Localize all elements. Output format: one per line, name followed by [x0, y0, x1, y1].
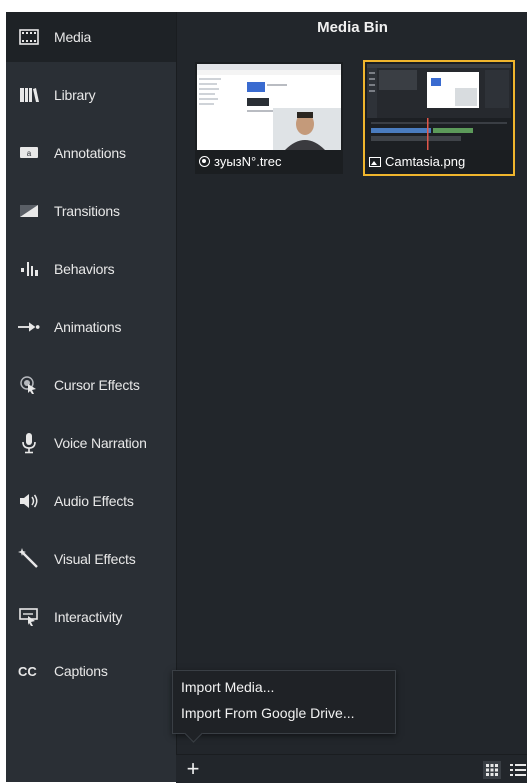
library-icon [18, 84, 40, 106]
sidebar-item-label: Media [54, 29, 92, 45]
sidebar-item-label: Behaviors [54, 261, 115, 277]
sidebar-item-audio-effects[interactable]: Audio Effects [6, 476, 176, 526]
sidebar-item-voice-narration[interactable]: Voice Narration [6, 418, 176, 468]
sidebar-item-cursor-effects[interactable]: Cursor Effects [6, 360, 176, 410]
svg-text:CC: CC [18, 664, 37, 678]
import-media-menu-item[interactable]: Import Media... [181, 679, 274, 695]
media-item-caption: зуызN°.trec [199, 154, 282, 169]
image-icon [369, 156, 381, 167]
sidebar-item-transitions[interactable]: Transitions [6, 186, 176, 236]
sidebar-item-annotations[interactable]: a Annotations [6, 128, 176, 178]
sidebar-item-label: Transitions [54, 203, 120, 219]
image-thumbnail [367, 64, 511, 150]
sidebar-item-label: Library [54, 87, 96, 103]
media-item-caption: Camtasia.png [369, 154, 465, 169]
sidebar-item-label: Voice Narration [54, 435, 147, 451]
sidebar-item-interactivity[interactable]: Interactivity [6, 592, 176, 642]
record-icon [199, 156, 210, 167]
sidebar-item-label: Captions [54, 663, 108, 679]
speaker-icon [18, 490, 40, 512]
add-media-button[interactable]: + [180, 758, 206, 781]
sidebar-item-behaviors[interactable]: Behaviors [6, 244, 176, 294]
grid-view-icon[interactable] [483, 761, 501, 779]
sidebar-item-library[interactable]: Library [6, 70, 176, 120]
cc-icon: CC [18, 660, 40, 682]
interactivity-icon [18, 606, 40, 628]
import-google-drive-menu-item[interactable]: Import From Google Drive... [181, 705, 355, 721]
import-menu: Import Media... Import From Google Drive… [172, 670, 396, 743]
annotation-icon: a [18, 142, 40, 164]
media-item-image[interactable]: Camtasia.png [363, 60, 515, 176]
sidebar-item-label: Interactivity [54, 609, 123, 625]
sidebar: Media Library a Annotations Transitions … [6, 12, 177, 782]
sidebar-item-animations[interactable]: Animations [6, 302, 176, 352]
cursor-icon [18, 374, 40, 396]
sidebar-item-label: Cursor Effects [54, 377, 140, 393]
sidebar-item-visual-effects[interactable]: Visual Effects [6, 534, 176, 584]
sidebar-item-media[interactable]: Media [6, 12, 177, 62]
media-item-name: Camtasia.png [385, 154, 466, 169]
media-item-recording[interactable]: зуызN°.trec [195, 62, 343, 174]
svg-text:a: a [27, 149, 32, 158]
transition-icon [18, 200, 40, 222]
page-title: Media Bin [317, 19, 388, 36]
sidebar-item-captions[interactable]: CC Captions [6, 646, 176, 696]
sidebar-item-label: Visual Effects [54, 551, 136, 567]
behaviors-icon [18, 258, 40, 280]
list-view-icon[interactable] [509, 761, 527, 779]
sidebar-item-label: Animations [54, 319, 122, 335]
sidebar-item-label: Audio Effects [54, 493, 134, 509]
media-item-name: зуызN°.trec [214, 154, 282, 169]
recording-thumbnail [197, 64, 341, 150]
microphone-icon [18, 432, 40, 454]
film-icon [18, 26, 40, 48]
sidebar-item-label: Annotations [54, 145, 126, 161]
camtasia-panel: Media Library a Annotations Transitions … [6, 12, 527, 783]
magic-wand-icon [18, 548, 40, 570]
animation-arrow-icon [18, 316, 40, 338]
media-bin-panel: Media Bin зуызN°.trec Camtasia.png [176, 12, 527, 782]
bottom-toolbar: + [176, 754, 527, 783]
